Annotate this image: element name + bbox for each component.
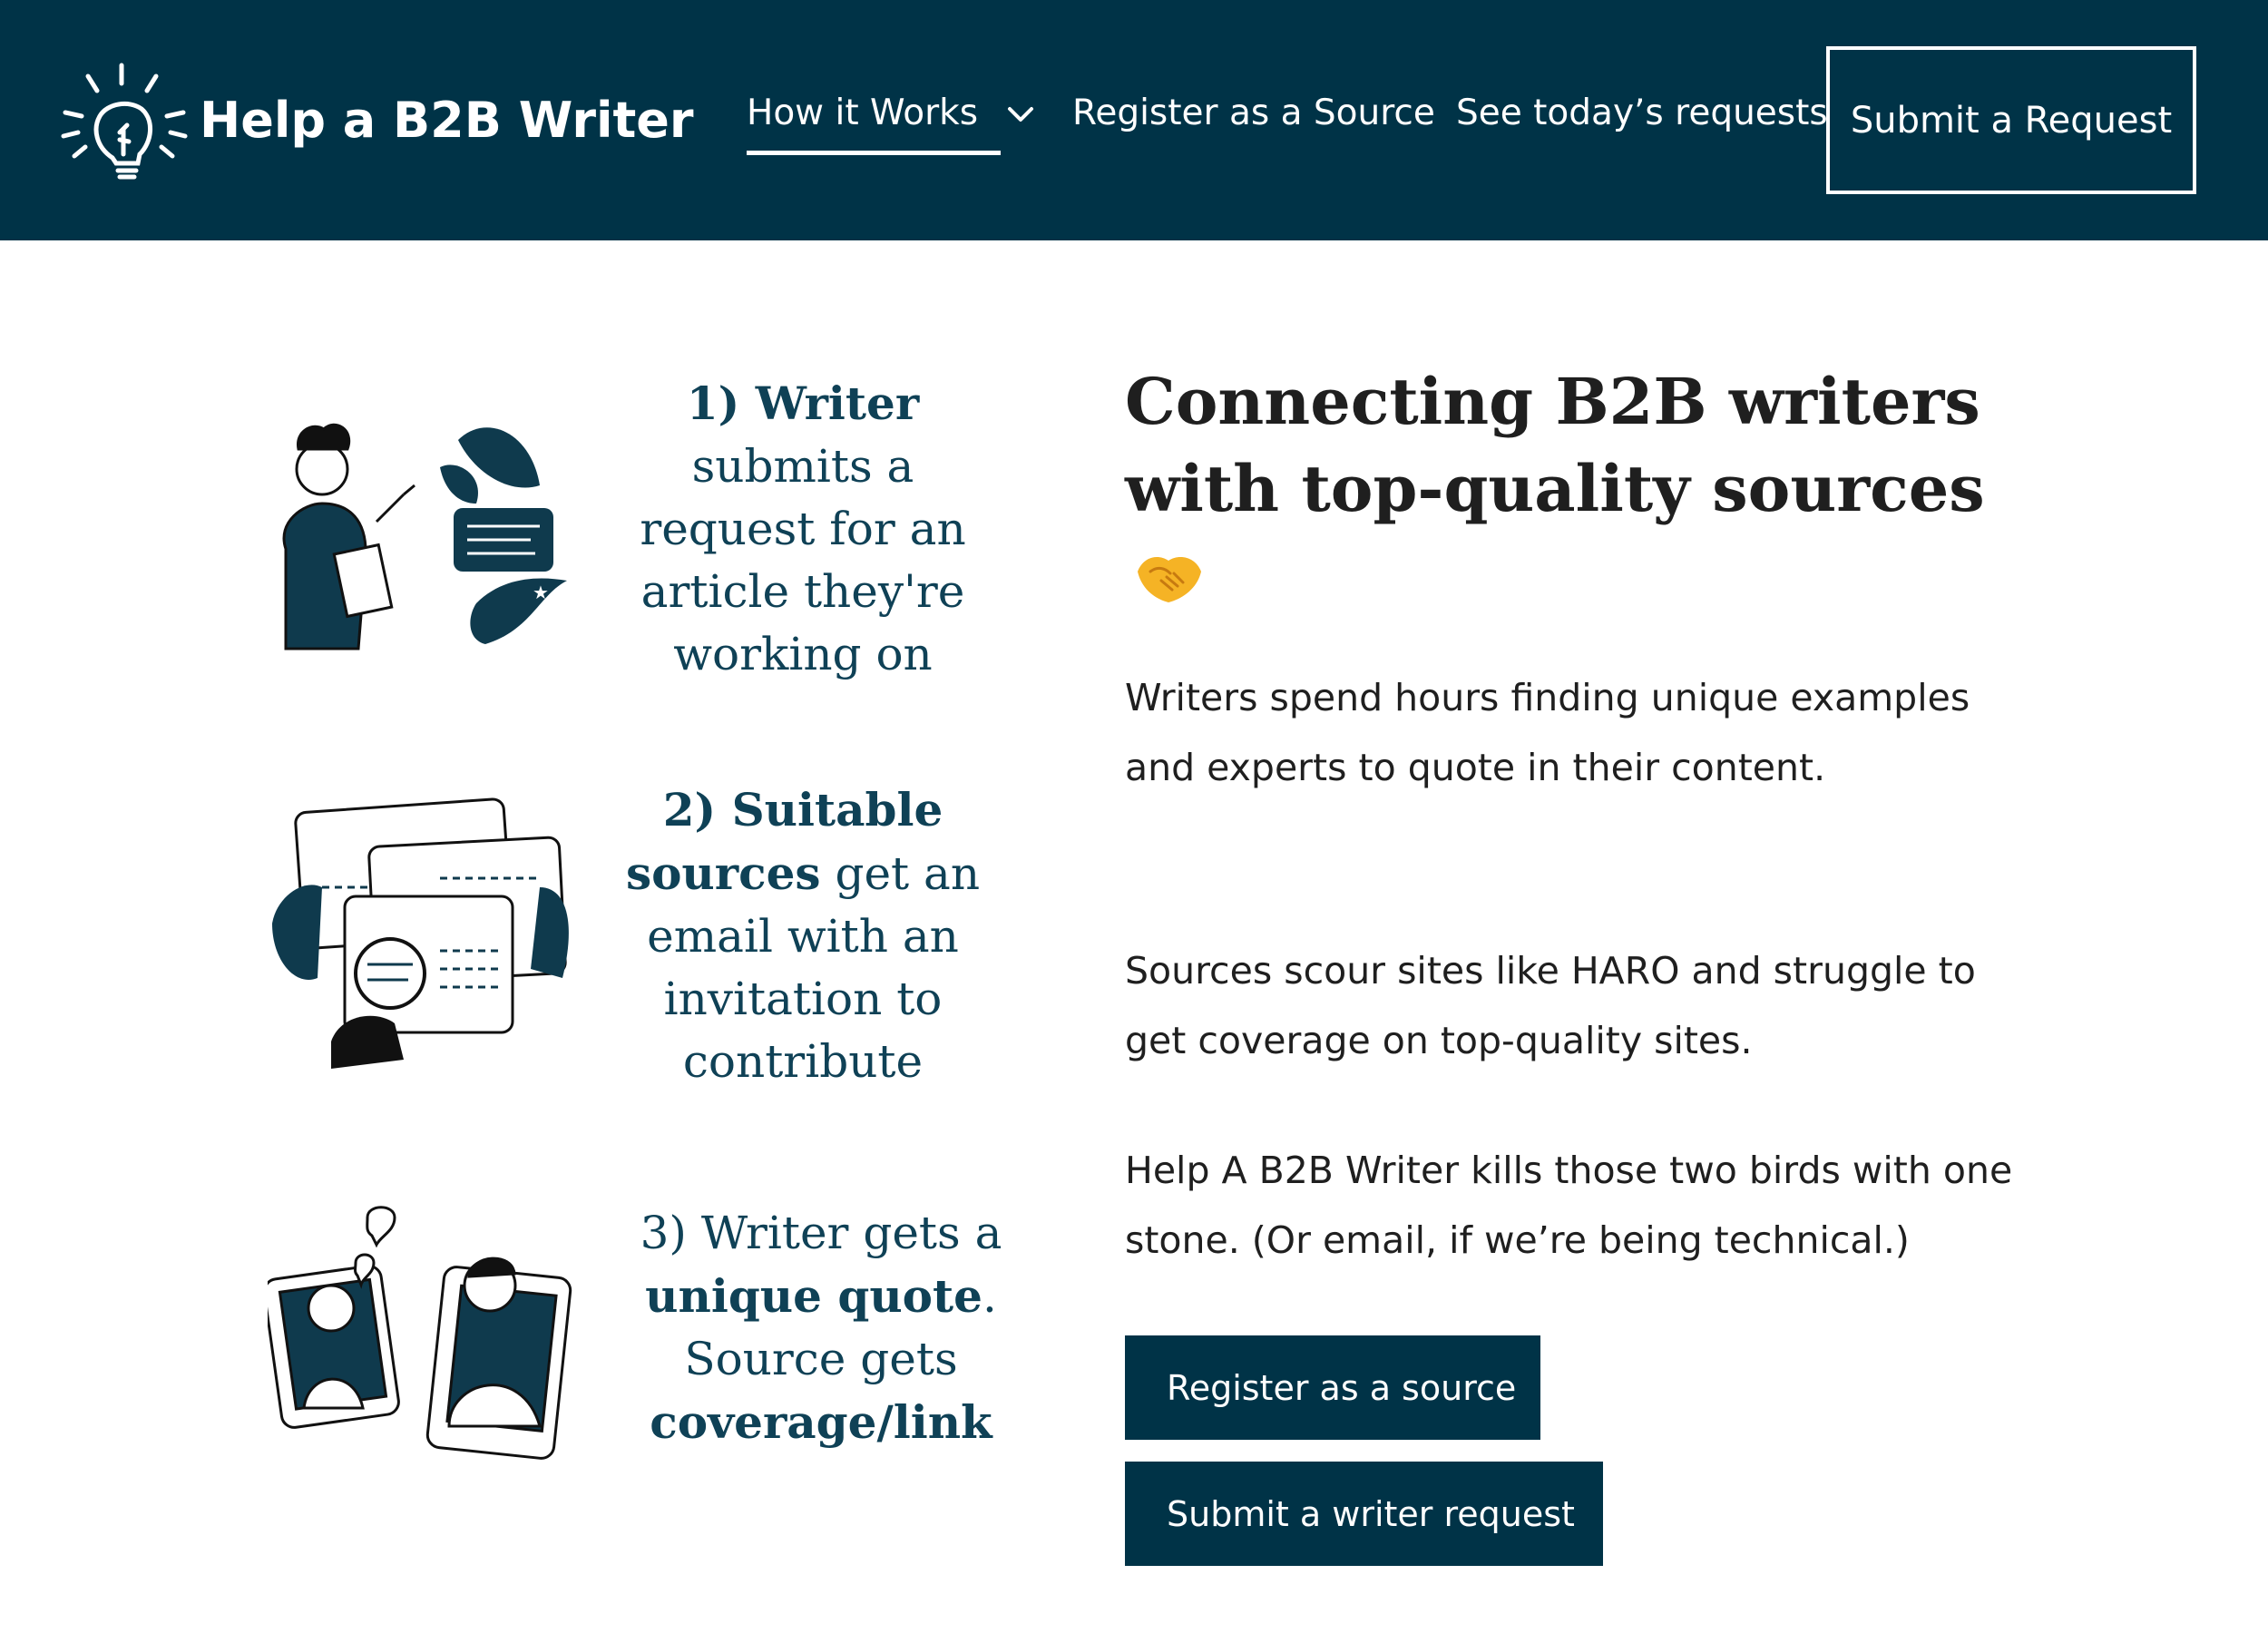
hero-paragraph-3: Help A B2B Writer kills those two birds … xyxy=(1125,1149,2013,1262)
step-1-body: submits a request for an article they're… xyxy=(640,440,966,680)
hero-paragraph-2: Sources scour sites like HARO and strugg… xyxy=(1125,949,1976,1062)
step-1-heading: 1) Writer xyxy=(686,377,920,430)
lightbulb-icon xyxy=(61,63,188,180)
register-source-button[interactable]: Register as a source xyxy=(1125,1335,1540,1440)
site-header: Help a B2B Writer How it Works Register … xyxy=(0,0,2268,240)
hero-title: Connecting B2B writers with top-quality … xyxy=(1125,364,1985,526)
handshake-icon xyxy=(1138,557,1201,602)
chevron-down-icon xyxy=(1007,106,1033,122)
step-3-period: . xyxy=(982,1270,997,1323)
step-3-line-3: Source gets xyxy=(684,1333,958,1385)
writer-clipboard-illustration: ★ xyxy=(282,423,567,650)
nav-register-source[interactable]: Register as a Source xyxy=(1072,91,1435,136)
brand-name: Help a B2B Writer xyxy=(200,91,694,149)
step-3-unique-quote: unique quote xyxy=(645,1269,982,1323)
video-call-illustration xyxy=(268,1206,572,1460)
step-3-line-1: 3) Writer gets a xyxy=(640,1207,1002,1259)
hero-paragraph-1: Writers spend hours finding unique examp… xyxy=(1125,676,1970,789)
active-nav-underline xyxy=(747,151,1001,155)
step-3-coverage-link: coverage/link xyxy=(650,1395,992,1449)
step-3-text: 3) Writer gets a unique quote. Source ge… xyxy=(626,1202,1016,1454)
step-2-text: 2) Suitable sources get an email with an… xyxy=(612,778,993,1093)
step-1-text: 1) Writer submits a request for an artic… xyxy=(612,372,993,686)
submit-writer-request-button[interactable]: Submit a writer request xyxy=(1125,1462,1603,1566)
svg-text:★: ★ xyxy=(533,582,549,603)
nav-how-it-works[interactable]: How it Works xyxy=(747,91,1039,155)
step-2-bold-sources: sources xyxy=(625,846,821,900)
nav-how-it-works-label: How it Works xyxy=(747,93,979,133)
submit-request-button[interactable]: Submit a Request xyxy=(1826,46,2196,194)
nav-todays-requests[interactable]: See today’s requests xyxy=(1456,91,1828,136)
step-2-heading: 2) Suitable xyxy=(662,783,943,836)
site-logo[interactable]: Help a B2B Writer xyxy=(56,56,694,183)
browser-windows-magnifier-illustration xyxy=(272,797,569,1069)
